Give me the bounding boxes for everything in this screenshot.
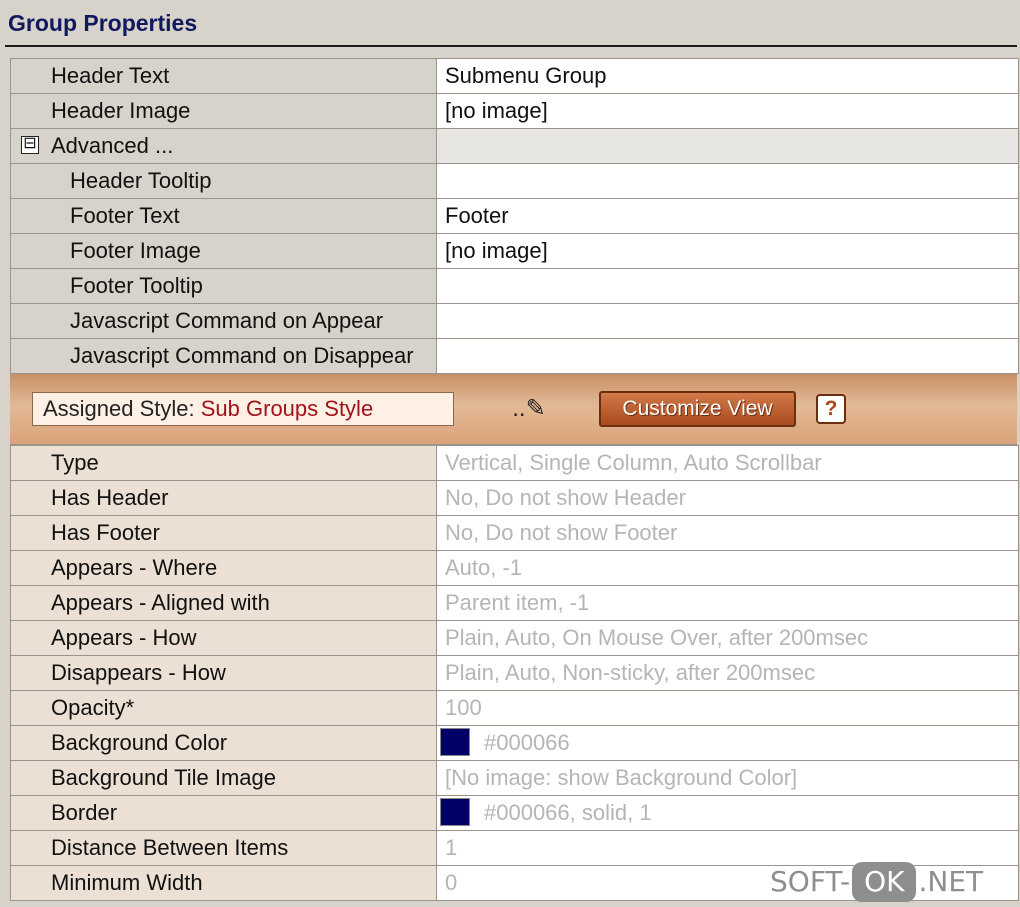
property-value-footer-text[interactable]: Footer bbox=[437, 199, 1018, 233]
property-label: Type bbox=[11, 446, 436, 480]
property-value-footer-tooltip[interactable] bbox=[437, 269, 1018, 303]
property-label: Opacity* bbox=[11, 691, 436, 725]
customize-view-button[interactable]: Customize View bbox=[599, 391, 796, 427]
color-value: #000066 bbox=[484, 730, 570, 755]
property-label: Background Tile Image bbox=[11, 761, 436, 795]
property-label: Footer Text bbox=[11, 199, 436, 233]
style-row-has-header: Has Header No, Do not show Header bbox=[11, 481, 1018, 515]
style-row-distance: Distance Between Items 1 bbox=[11, 831, 1018, 865]
property-label: Appears - Where bbox=[11, 551, 436, 585]
property-row-advanced[interactable]: ⊟ Advanced ... bbox=[11, 129, 1018, 163]
property-value-readonly: Plain, Auto, Non-sticky, after 200msec bbox=[437, 656, 1018, 690]
property-row-header-image[interactable]: Header Image [no image] bbox=[11, 94, 1018, 128]
style-row-opacity: Opacity* 100 bbox=[11, 691, 1018, 725]
title-divider bbox=[5, 45, 1017, 47]
property-value-readonly: Plain, Auto, On Mouse Over, after 200mse… bbox=[437, 621, 1018, 655]
property-label: Has Header bbox=[11, 481, 436, 515]
property-value-js-on-disappear[interactable] bbox=[437, 339, 1018, 373]
property-label: Background Color bbox=[11, 726, 436, 760]
watermark-left: SOFT- bbox=[770, 865, 851, 898]
property-label: Disappears - How bbox=[11, 656, 436, 690]
style-row-appears-where: Appears - Where Auto, -1 bbox=[11, 551, 1018, 585]
property-label: Minimum Width bbox=[11, 866, 436, 900]
watermark-middle: OK bbox=[852, 862, 917, 902]
group-properties-grid: Header Text Submenu Group Header Image [… bbox=[10, 58, 1019, 374]
property-value-readonly: Auto, -1 bbox=[437, 551, 1018, 585]
assigned-style-label: Assigned Style: bbox=[43, 396, 201, 421]
assigned-style-name: Sub Groups Style bbox=[200, 396, 374, 421]
property-label: Header Text bbox=[11, 59, 436, 93]
collapse-icon[interactable]: ⊟ bbox=[21, 136, 39, 155]
property-row-footer-text[interactable]: Footer Text Footer bbox=[11, 199, 1018, 233]
title-bar: Group Properties bbox=[0, 0, 1020, 48]
style-properties-grid: Type Vertical, Single Column, Auto Scrol… bbox=[10, 445, 1019, 901]
property-label: Header Image bbox=[11, 94, 436, 128]
property-label: Appears - Aligned with bbox=[11, 586, 436, 620]
property-value-readonly: No, Do not show Header bbox=[437, 481, 1018, 515]
property-label: Appears - How bbox=[11, 621, 436, 655]
property-value-readonly: [No image: show Background Color] bbox=[437, 761, 1018, 795]
property-row-js-on-appear[interactable]: Javascript Command on Appear bbox=[11, 304, 1018, 338]
property-row-js-on-disappear[interactable]: Javascript Command on Disappear bbox=[11, 339, 1018, 373]
style-row-appears-aligned: Appears - Aligned with Parent item, -1 bbox=[11, 586, 1018, 620]
advanced-section-label[interactable]: ⊟ Advanced ... bbox=[11, 129, 436, 163]
property-label: Javascript Command on Disappear bbox=[11, 339, 436, 373]
property-row-header-tooltip[interactable]: Header Tooltip bbox=[11, 164, 1018, 198]
property-label: Distance Between Items bbox=[11, 831, 436, 865]
property-label: Footer Tooltip bbox=[11, 269, 436, 303]
property-value-readonly: Vertical, Single Column, Auto Scrollbar bbox=[437, 446, 1018, 480]
page-title: Group Properties bbox=[8, 10, 198, 36]
property-value-readonly: 1 bbox=[437, 831, 1018, 865]
property-row-header-text[interactable]: Header Text Submenu Group bbox=[11, 59, 1018, 93]
property-value-readonly: Parent item, -1 bbox=[437, 586, 1018, 620]
property-label: Header Tooltip bbox=[11, 164, 436, 198]
style-row-background-tile: Background Tile Image [No image: show Ba… bbox=[11, 761, 1018, 795]
assigned-style-field[interactable]: Assigned Style: Sub Groups Style bbox=[32, 392, 454, 426]
style-row-type: Type Vertical, Single Column, Auto Scrol… bbox=[11, 446, 1018, 480]
section-value bbox=[437, 129, 1018, 163]
border-value: #000066, solid, 1 bbox=[484, 800, 652, 825]
color-swatch bbox=[440, 798, 470, 827]
property-value-header-image[interactable]: [no image] bbox=[437, 94, 1018, 128]
watermark: SOFT- OK .NET bbox=[770, 862, 983, 902]
property-label: Border bbox=[11, 796, 436, 830]
property-row-footer-tooltip[interactable]: Footer Tooltip bbox=[11, 269, 1018, 303]
property-value-readonly: 100 bbox=[437, 691, 1018, 725]
color-swatch bbox=[440, 728, 470, 757]
edit-style-button[interactable]: ..✎ bbox=[502, 390, 556, 428]
property-value-header-text[interactable]: Submenu Group bbox=[437, 59, 1018, 93]
property-label: Has Footer bbox=[11, 516, 436, 550]
property-value-footer-image[interactable]: [no image] bbox=[437, 234, 1018, 268]
watermark-right: .NET bbox=[918, 865, 984, 898]
section-label: Advanced ... bbox=[51, 133, 174, 158]
property-value-readonly: #000066, solid, 1 bbox=[437, 796, 1018, 830]
style-row-appears-how: Appears - How Plain, Auto, On Mouse Over… bbox=[11, 621, 1018, 655]
style-row-border: Border #000066, solid, 1 bbox=[11, 796, 1018, 830]
property-value-readonly: No, Do not show Footer bbox=[437, 516, 1018, 550]
pencil-icon: ..✎ bbox=[512, 395, 546, 422]
property-label: Footer Image bbox=[11, 234, 436, 268]
help-button[interactable]: ? bbox=[816, 394, 846, 424]
style-row-has-footer: Has Footer No, Do not show Footer bbox=[11, 516, 1018, 550]
property-value-js-on-appear[interactable] bbox=[437, 304, 1018, 338]
property-value-header-tooltip[interactable] bbox=[437, 164, 1018, 198]
property-label: Javascript Command on Appear bbox=[11, 304, 436, 338]
style-row-background-color: Background Color #000066 bbox=[11, 726, 1018, 760]
style-row-disappears-how: Disappears - How Plain, Auto, Non-sticky… bbox=[11, 656, 1018, 690]
assigned-style-bar: Assigned Style: Sub Groups Style ..✎ Cus… bbox=[10, 373, 1017, 445]
property-row-footer-image[interactable]: Footer Image [no image] bbox=[11, 234, 1018, 268]
property-value-readonly: #000066 bbox=[437, 726, 1018, 760]
